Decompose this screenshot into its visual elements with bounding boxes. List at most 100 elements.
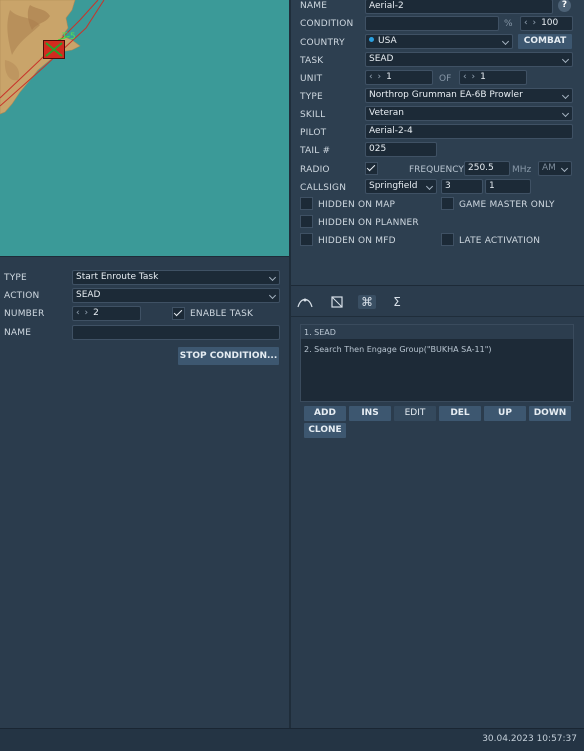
stepper-arrows-icon[interactable]: ‹ › [76, 308, 89, 318]
unit-task-value: SEAD [369, 54, 394, 64]
callsign-select[interactable]: Springfield [365, 179, 437, 194]
frequency-input[interactable]: 250.5 [464, 161, 510, 176]
status-bar: 30.04.2023 10:57:37 [0, 728, 584, 751]
combat-button[interactable]: COMBAT [518, 34, 572, 49]
percent-label: % [504, 19, 513, 29]
move-down-button[interactable]: DOWN [529, 406, 571, 421]
action-label: ACTION [4, 291, 40, 301]
stepper-arrows-icon[interactable]: ‹ › [463, 72, 476, 82]
help-button[interactable]: ? [558, 0, 571, 12]
stop-condition-button[interactable]: STOP CONDITION... [178, 347, 279, 365]
tail-number-input[interactable]: 025 [365, 142, 437, 157]
add-button[interactable]: ADD [304, 406, 346, 421]
unit-number-value: 1 [386, 72, 392, 82]
number-label: NUMBER [4, 309, 45, 319]
enable-task-checkbox[interactable] [172, 307, 185, 320]
task-list[interactable]: 1. SEAD 2. Search Then Engage Group("BUK… [300, 324, 574, 402]
unit-total-stepper[interactable]: ‹ › 1 [459, 70, 527, 85]
skill-label: SKILL [300, 110, 326, 120]
list-item[interactable]: 1. SEAD [304, 328, 336, 337]
modulation-select[interactable]: AM [538, 161, 572, 176]
callsign-label: CALLSIGN [300, 183, 347, 193]
frequency-unit: MHz [512, 165, 532, 175]
triggers-icon[interactable] [328, 295, 346, 309]
edit-button[interactable]: EDIT [394, 406, 436, 421]
unit-total-value: 1 [480, 72, 486, 82]
radio-checkbox[interactable] [365, 162, 378, 175]
of-label: OF [439, 74, 452, 84]
datetime-display: 30.04.2023 10:57:37 [482, 734, 577, 744]
tail-label: TAIL # [300, 146, 331, 156]
callsign-num2-value: 1 [489, 181, 495, 191]
radio-label: RADIO [300, 165, 330, 175]
tail-number-value: 025 [369, 144, 387, 154]
hidden-on-mfd-label: HIDDEN ON MFD [318, 236, 396, 246]
country-label: COUNTRY [300, 38, 345, 48]
task-editor-panel: TYPE Start Enroute Task ACTION SEAD NUMB… [0, 256, 289, 729]
skill-select[interactable]: Veteran [365, 106, 573, 121]
late-activation-checkbox[interactable] [441, 233, 454, 246]
pilot-input[interactable]: Aerial-2-4 [365, 124, 573, 139]
selected-row-highlight [301, 325, 573, 339]
frequency-label: FREQUENCY [409, 165, 464, 175]
game-master-only-label: GAME MASTER ONLY [459, 200, 555, 210]
callsign-num1-value: 3 [445, 181, 451, 191]
list-item[interactable]: 2. Search Then Engage Group("BUKHA SA-11… [304, 345, 492, 354]
task-list-panel: ⌘ Σ 1. SEAD 2. Search Then Engage Group(… [291, 285, 584, 729]
condition-input[interactable] [365, 16, 499, 31]
stepper-arrows-icon[interactable]: ‹ › [524, 18, 537, 28]
hidden-on-mfd-checkbox[interactable] [300, 233, 313, 246]
condition-label: CONDITION [300, 19, 354, 29]
task-label: TASK [300, 56, 324, 66]
target-marker-label: T-5 [62, 32, 76, 42]
unit-number-stepper[interactable]: ‹ › 1 [365, 70, 433, 85]
unit-name-input[interactable]: Aerial-2 [365, 0, 553, 14]
modulation-value: AM [542, 163, 556, 173]
task-name-input[interactable] [72, 325, 280, 340]
move-up-button[interactable]: UP [484, 406, 526, 421]
hidden-on-map-label: HIDDEN ON MAP [318, 200, 396, 210]
condition-percent-stepper[interactable]: ‹ › 100 [520, 16, 573, 31]
callsign-value: Springfield [369, 181, 418, 191]
task-tabs-bar: ⌘ Σ [291, 286, 584, 317]
clone-button[interactable]: CLONE [304, 423, 346, 438]
task-type-select[interactable]: Start Enroute Task [72, 270, 280, 285]
hidden-on-planner-label: HIDDEN ON PLANNER [318, 218, 419, 228]
unit-properties-panel: NAME Aerial-2 ? CONDITION % ‹ › 100 COUNT… [291, 0, 584, 285]
unit-label: UNIT [300, 74, 323, 84]
map-view[interactable]: T-5 [0, 0, 290, 256]
condition-percent-value: 100 [541, 18, 559, 28]
unit-task-select[interactable]: SEAD [365, 52, 573, 67]
game-master-only-checkbox[interactable] [441, 197, 454, 210]
insert-button[interactable]: INS [349, 406, 391, 421]
waypoints-icon[interactable] [296, 295, 314, 309]
hidden-on-planner-checkbox[interactable] [300, 215, 313, 228]
stepper-arrows-icon[interactable]: ‹ › [369, 72, 382, 82]
delete-button[interactable]: DEL [439, 406, 481, 421]
task-type-label: TYPE [4, 273, 27, 283]
number-value: 2 [93, 308, 99, 318]
task-name-label: NAME [4, 328, 32, 338]
type-label: TYPE [300, 92, 323, 102]
late-activation-label: LATE ACTIVATION [459, 236, 541, 246]
callsign-num1-input[interactable]: 3 [441, 179, 483, 194]
frequency-value: 250.5 [468, 163, 494, 173]
skill-value: Veteran [369, 108, 404, 118]
country-select[interactable]: USA [365, 34, 513, 49]
action-value: SEAD [76, 290, 101, 300]
unit-name-value: Aerial-2 [369, 1, 404, 11]
pilot-value: Aerial-2-4 [369, 126, 413, 136]
callsign-num2-input[interactable]: 1 [485, 179, 531, 194]
actions-icon[interactable]: ⌘ [358, 295, 376, 309]
aircraft-type-select[interactable]: Northrop Grumman EA-6B Prowler [365, 88, 573, 103]
hidden-on-map-checkbox[interactable] [300, 197, 313, 210]
aircraft-type-value: Northrop Grumman EA-6B Prowler [369, 90, 523, 100]
action-select[interactable]: SEAD [72, 288, 280, 303]
usa-flag-icon [369, 37, 374, 42]
target-marker-icon[interactable] [43, 40, 65, 59]
name-label: NAME [300, 1, 328, 11]
number-stepper[interactable]: ‹ › 2 [72, 306, 141, 321]
pilot-label: PILOT [300, 128, 327, 138]
summary-icon[interactable]: Σ [388, 295, 406, 309]
task-type-value: Start Enroute Task [76, 272, 159, 282]
